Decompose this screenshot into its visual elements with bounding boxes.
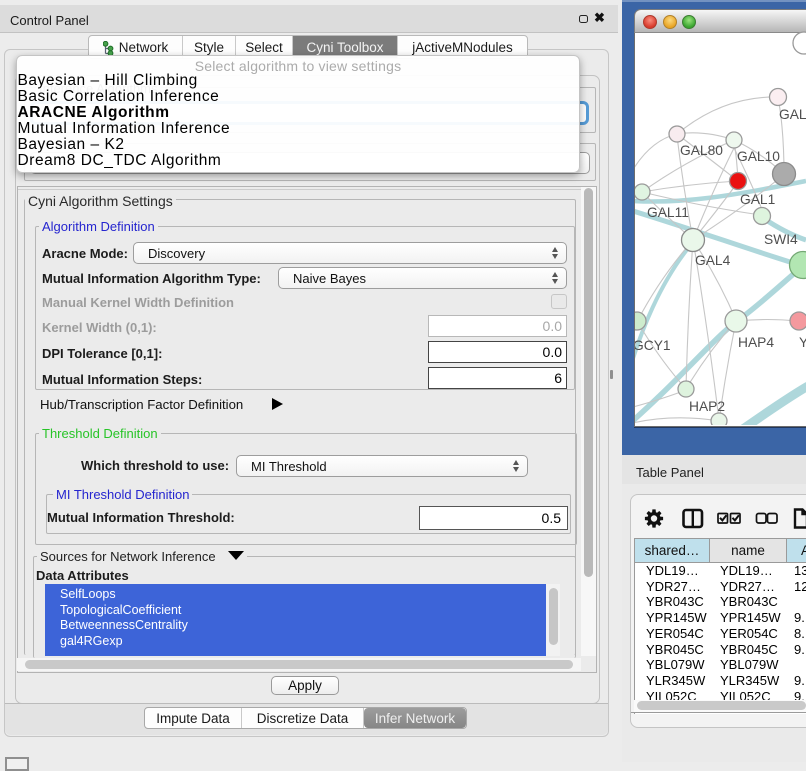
svg-text:HAP2: HAP2 [689, 399, 725, 414]
svg-text:GAL1: GAL1 [740, 192, 775, 207]
svg-text:GAL4: GAL4 [695, 253, 731, 268]
svg-text:GAL80: GAL80 [680, 143, 723, 158]
svg-text:GAL11: GAL11 [647, 205, 689, 220]
svg-text:GCY1: GCY1 [635, 338, 671, 353]
svg-text:Y: Y [799, 335, 806, 350]
svg-text:HAP4: HAP4 [738, 335, 774, 350]
svg-text:GAL7: GAL7 [779, 107, 806, 122]
svg-text:GAL10: GAL10 [737, 149, 780, 164]
svg-text:SWI4: SWI4 [764, 232, 798, 247]
